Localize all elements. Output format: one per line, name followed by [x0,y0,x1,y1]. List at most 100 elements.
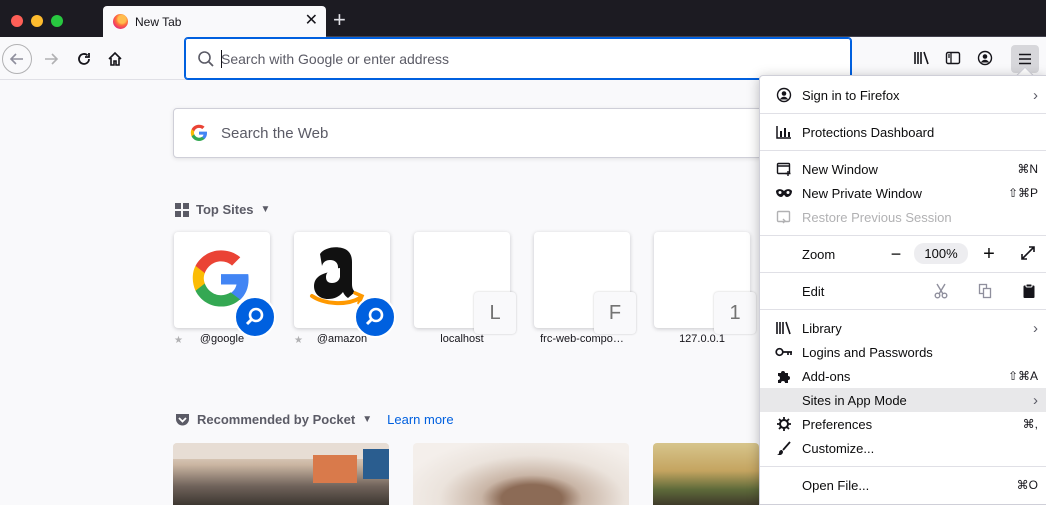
top-sites-heading[interactable]: Top Sites ▼ [175,202,270,217]
pocket-heading[interactable]: Recommended by Pocket ▼ Learn more [175,412,454,427]
library-button[interactable] [908,44,936,72]
account-icon [775,86,793,104]
pocket-story-card[interactable] [173,443,389,505]
address-input[interactable] [221,50,821,68]
paintbrush-icon [775,439,793,457]
menu-item-preferences[interactable]: Preferences ⌘, [760,412,1046,436]
menu-item-open-file[interactable]: Open File... ⌘O [760,473,1046,497]
new-tab-button[interactable]: + [333,8,346,32]
tab-close-icon[interactable]: ✕ [305,12,318,30]
menu-item-label: Sign in to Firefox [802,87,900,103]
tile-thumbnail[interactable] [174,232,276,338]
menu-item-label: Logins and Passwords [802,344,933,360]
menu-item-library[interactable]: Library › [760,316,1046,340]
menu-item-label: Sites in App Mode [802,392,907,408]
top-site-frc-web-components[interactable]: F frc-web-compo… [534,232,636,345]
close-window-button[interactable] [11,15,23,27]
learn-more-link[interactable]: Learn more [387,412,453,427]
pocket-story-card[interactable] [413,443,629,505]
top-site-google[interactable]: ★ @google [174,232,276,346]
menu-item-logins-passwords[interactable]: Logins and Passwords [760,340,1046,364]
tile-thumbnail[interactable]: L [414,232,516,334]
tile-label: @google [199,333,245,345]
top-site-amazon[interactable]: ★ @amazon [294,232,396,346]
address-bar[interactable] [184,37,852,80]
google-g-icon [190,124,208,145]
tile-thumbnail[interactable]: F [534,232,636,334]
menu-item-sites-in-app-mode[interactable]: Sites in App Mode › [760,388,1046,412]
web-search-box[interactable]: Search the Web [173,108,773,158]
reload-icon [78,53,90,65]
minimize-window-button[interactable] [31,15,43,27]
menu-item-label: Protections Dashboard [802,124,935,140]
menu-item-shortcut: ⌘, [1022,417,1038,431]
menu-item-customize[interactable]: Customize... [760,436,1046,460]
zoom-out-button[interactable]: − [886,242,906,266]
key-icon [775,343,793,361]
reload-button[interactable] [69,44,99,74]
menu-item-label: Add-ons [802,368,851,384]
tile-label: frc-web-compo… [540,333,624,345]
menu-separator [760,309,1046,310]
chevron-right-icon: › [1033,86,1038,104]
zoom-in-button[interactable]: + [979,242,999,266]
menu-item-label: Customize... [802,440,875,456]
home-icon [108,51,122,66]
menu-separator [760,113,1046,114]
story-image-detail [363,449,389,479]
tile-letter-fallback: L [474,292,516,334]
menu-item-shortcut: ⌘N [1017,162,1038,176]
navigation-toolbar [0,37,1046,80]
tab-title: New Tab [135,15,182,29]
grid-icon [175,202,189,217]
back-button[interactable] [2,44,32,74]
arrow-right-icon [45,53,59,65]
library-icon [914,51,929,65]
top-site-localhost[interactable]: L localhost [414,232,516,345]
top-site-127-0-0-1[interactable]: 1 127.0.0.1 [654,232,756,345]
copy-icon[interactable] [976,282,994,300]
menu-item-new-private-window[interactable]: New Private Window ⇧⌘P [760,181,1046,205]
tile-thumbnail[interactable] [294,232,396,338]
menu-separator [760,150,1046,151]
paste-icon[interactable] [1020,282,1038,300]
search-shortcut-badge [234,296,276,338]
firefox-favicon-icon [113,14,128,29]
tab-new-tab[interactable]: New Tab ✕ [103,6,326,37]
text-cursor [221,50,222,68]
chevron-right-icon: › [1033,391,1038,409]
hamburger-menu-icon [1019,53,1031,65]
pocket-icon [176,413,189,425]
menu-item-shortcut: ⇧⌘A [1007,369,1038,383]
fullscreen-icon[interactable] [1020,245,1036,264]
menu-item-label: Edit [802,283,825,299]
menu-item-add-ons[interactable]: Add-ons ⇧⌘A [760,364,1046,388]
tile-thumbnail[interactable]: 1 [654,232,756,334]
menu-item-label: Open File... [802,477,870,493]
forward-button[interactable] [36,44,66,74]
home-button[interactable] [100,44,130,74]
cut-icon[interactable] [932,282,950,300]
sidebar-icon [945,51,961,65]
pocket-story-card[interactable] [653,443,759,505]
tile-letter-fallback: F [594,292,636,334]
account-button[interactable] [971,44,999,72]
menu-item-new-window[interactable]: New Window ⌘N [760,157,1046,181]
top-sites-label: Top Sites [196,202,254,217]
tile-label: 127.0.0.1 [679,333,725,345]
menu-item-label: Preferences [802,416,873,432]
menu-item-label: Restore Previous Session [802,209,952,225]
zoom-reset-button[interactable]: 100% [914,243,968,264]
menu-separator [760,466,1046,467]
private-mask-icon [775,184,793,202]
menu-item-edit: Edit [760,279,1046,303]
zoom-window-button[interactable] [51,15,63,27]
sidebars-button[interactable] [939,44,967,72]
web-search-placeholder: Search the Web [221,125,329,142]
chevron-down-icon[interactable]: ▼ [261,204,271,215]
story-image-detail [313,455,357,483]
menu-item-sign-in[interactable]: Sign in to Firefox › [760,83,1046,107]
menu-item-protections-dashboard[interactable]: Protections Dashboard [760,120,1046,144]
arrow-left-icon [9,53,23,65]
chevron-down-icon[interactable]: ▼ [362,414,372,425]
